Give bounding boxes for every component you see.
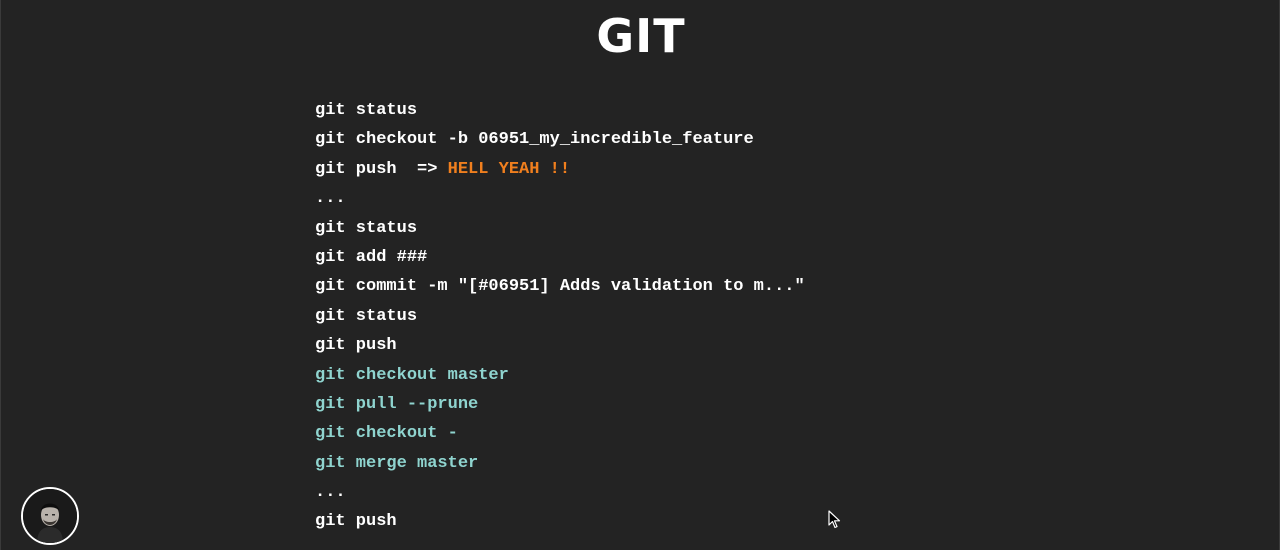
code-line: git merge master	[315, 453, 479, 473]
code-line: git push	[315, 512, 397, 532]
code-line: git push	[315, 336, 397, 356]
code-line: git add ###	[315, 247, 428, 267]
code-line: ...	[315, 189, 346, 209]
code-line: git checkout -	[315, 424, 458, 444]
code-line: git checkout master	[315, 365, 509, 385]
code-line: git status	[315, 306, 418, 326]
person-icon	[23, 489, 77, 543]
highlight-text: HELL YEAH !!	[447, 159, 571, 179]
code-line: git status	[315, 218, 418, 238]
code-line: git commit -m "[#06951] Adds validation …	[315, 277, 805, 297]
presenter-avatar[interactable]	[21, 487, 79, 545]
mouse-pointer-icon	[828, 510, 841, 529]
code-line: ...	[315, 483, 346, 503]
code-line: git status	[315, 101, 418, 120]
slide: GIT git status git checkout -b 06951_my_…	[0, 0, 1280, 550]
code-line: git pull --prune	[315, 394, 479, 414]
slide-title: GIT	[596, 9, 686, 63]
code-block: git status git checkout -b 06951_my_incr…	[315, 96, 805, 537]
code-line: git checkout -b 06951_my_incredible_feat…	[315, 130, 754, 150]
code-line: git push => HELL YEAH !!	[315, 159, 571, 179]
